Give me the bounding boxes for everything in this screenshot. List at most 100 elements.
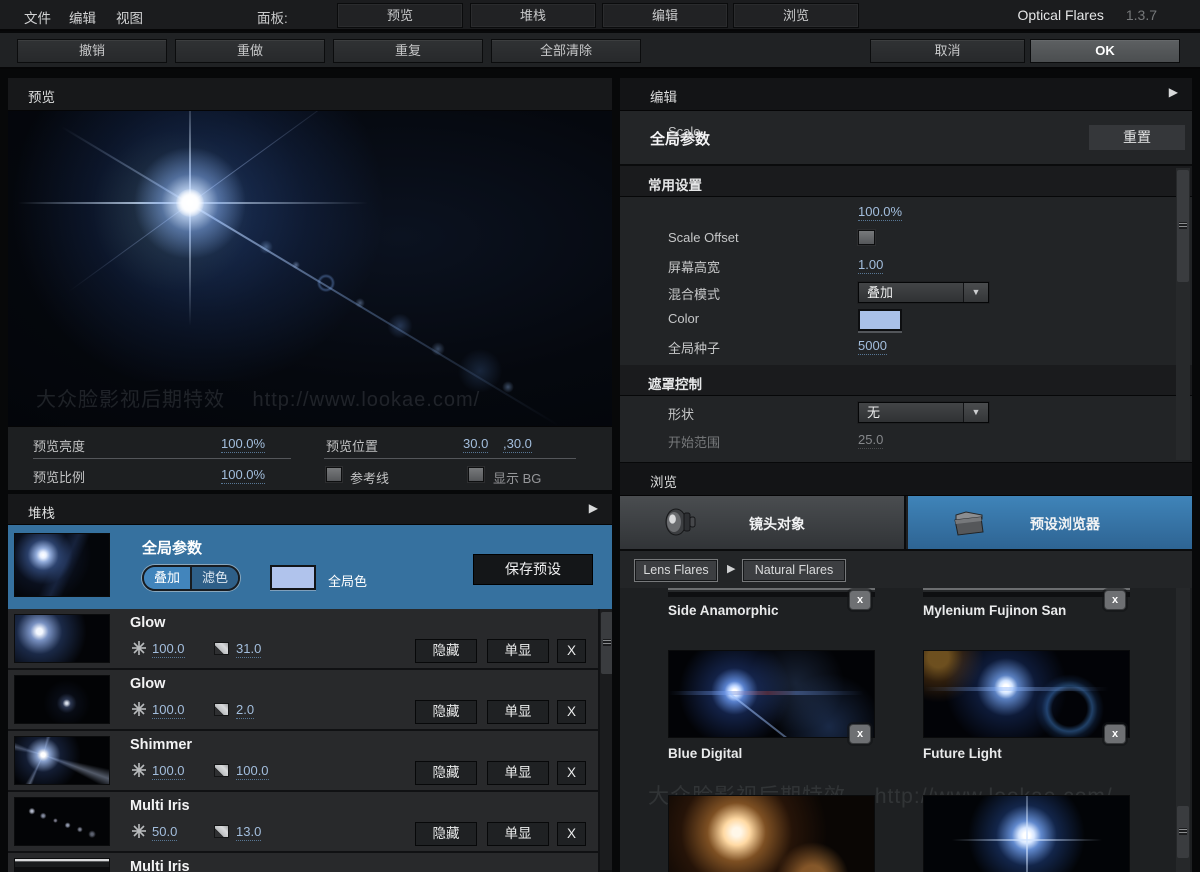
preset-thumbnail-clipped[interactable] — [923, 588, 1130, 597]
flare-core — [130, 143, 250, 263]
stack-row-multi-iris[interactable]: Multi Iris 50.0 13.0 隐藏 单显 X — [8, 792, 598, 851]
menu-file[interactable]: 文件 — [24, 7, 51, 27]
global-color-swatch[interactable] — [270, 565, 316, 590]
row-scale-value[interactable]: 2.0 — [236, 702, 254, 719]
redo-button[interactable]: 重做 — [175, 39, 325, 63]
preset-thumbnail-blue-digital[interactable] — [668, 650, 875, 738]
shape-dropdown[interactable]: 无 ▼ — [858, 402, 989, 423]
breadcrumb-natural-flares[interactable]: Natural Flares — [742, 559, 846, 582]
seed-value[interactable]: 5000 — [858, 338, 887, 355]
scale-value[interactable]: 100.0% — [858, 204, 902, 221]
tab-lens-objects[interactable]: 镜头对象 — [620, 496, 906, 549]
clear-all-button[interactable]: 全部清除 — [491, 39, 641, 63]
row-scale-value[interactable]: 13.0 — [236, 824, 261, 841]
start-range-value[interactable]: 25.0 — [858, 432, 883, 449]
hide-button[interactable]: 隐藏 — [415, 639, 477, 663]
ok-button[interactable]: OK — [1030, 39, 1180, 63]
tab-presets-label: 预设浏览器 — [908, 514, 1192, 534]
color-swatch[interactable] — [858, 309, 902, 331]
row-brightness-value[interactable]: 100.0 — [152, 702, 185, 719]
save-preset-button[interactable]: 保存预设 — [473, 554, 593, 585]
browse-scrollbar-thumb[interactable] — [1177, 806, 1189, 858]
repeat-button[interactable]: 重复 — [333, 39, 483, 63]
panels-label: 面板: — [257, 7, 288, 27]
preview-brightness-value[interactable]: 100.0% — [221, 436, 265, 453]
solo-button[interactable]: 单显 — [487, 700, 549, 724]
stack-row-glow-1[interactable]: Glow 100.0 31.0 隐藏 单显 X — [8, 609, 598, 668]
preset-grid: x x Side Anamorphic Mylenium Fujinon San… — [620, 588, 1192, 872]
undo-button[interactable]: 撤销 — [17, 39, 167, 63]
aspect-value[interactable]: 1.00 — [858, 257, 883, 274]
blend-mode-label: 混合模式 — [668, 284, 720, 303]
stack-row-glow-2[interactable]: Glow 100.0 2.0 隐藏 单显 X — [8, 670, 598, 729]
preset-thumbnail-clipped[interactable] — [923, 795, 1130, 872]
breadcrumb-lens-flares[interactable]: Lens Flares — [634, 559, 718, 582]
stack-row-name: Shimmer — [130, 737, 192, 753]
stack-row-global-params[interactable]: 全局参数 叠加 滤色 全局色 保存预设 — [8, 525, 612, 609]
preset-thumbnail-future-light[interactable] — [923, 650, 1130, 738]
remove-preset-button[interactable]: x — [1104, 724, 1126, 744]
flare-ray — [61, 126, 191, 205]
delete-row-button[interactable]: X — [557, 700, 586, 724]
preview-position-y[interactable]: ,30.0 — [503, 436, 532, 453]
guides-label: 参考线 — [350, 468, 389, 487]
stack-scrollbar[interactable] — [600, 609, 612, 870]
cancel-button[interactable]: 取消 — [870, 39, 1025, 63]
delete-row-button[interactable]: X — [557, 639, 586, 663]
row-scale-value[interactable]: 31.0 — [236, 641, 261, 658]
scale-icon — [214, 825, 229, 838]
menu-edit[interactable]: 编辑 — [69, 7, 96, 27]
panel-toggle-stack[interactable]: 堆栈 — [470, 3, 596, 28]
reset-button[interactable]: 重置 — [1089, 125, 1185, 150]
edit-scrollbar[interactable] — [1176, 168, 1190, 460]
tab-preset-browser[interactable]: 预设浏览器 — [908, 496, 1192, 549]
hide-button[interactable]: 隐藏 — [415, 822, 477, 846]
shape-value: 无 — [859, 403, 963, 422]
preset-name: Mylenium Fujinon San — [923, 603, 1066, 618]
panel-expand-icon[interactable]: ▶ — [1169, 85, 1178, 99]
row-scale-value[interactable]: 100.0 — [236, 763, 269, 780]
scale-icon — [214, 642, 229, 655]
guides-checkbox[interactable] — [326, 467, 342, 482]
stack-row-partial[interactable]: Multi Iris — [8, 853, 598, 872]
remove-preset-button[interactable]: x — [1104, 590, 1126, 610]
hide-button[interactable]: 隐藏 — [415, 761, 477, 785]
blend-add-option[interactable]: 叠加 — [144, 567, 190, 589]
blend-screen-option[interactable]: 滤色 — [190, 567, 238, 589]
hide-button[interactable]: 隐藏 — [415, 700, 477, 724]
stack-scrollbar-thumb[interactable] — [601, 612, 612, 674]
remove-preset-button[interactable]: x — [849, 724, 871, 744]
solo-button[interactable]: 单显 — [487, 639, 549, 663]
scale-offset-label: Scale Offset — [668, 230, 739, 245]
solo-button[interactable]: 单显 — [487, 822, 549, 846]
optical-flares-window: 文件 编辑 视图 面板: 预览 堆栈 编辑 浏览 Optical Flares … — [0, 0, 1200, 872]
panel-toggle-preview[interactable]: 预览 — [337, 3, 463, 28]
app-title: Optical Flares — [1018, 7, 1104, 23]
panel-toggle-browse[interactable]: 浏览 — [733, 3, 859, 28]
preview-position-x[interactable]: 30.0 — [463, 436, 488, 453]
delete-row-button[interactable]: X — [557, 822, 586, 846]
stack-row-shimmer[interactable]: Shimmer 100.0 100.0 隐藏 单显 X — [8, 731, 598, 790]
solo-button[interactable]: 单显 — [487, 761, 549, 785]
row-brightness-value[interactable]: 50.0 — [152, 824, 177, 841]
preset-thumbnail-clipped[interactable] — [668, 588, 875, 597]
panel-toggle-edit[interactable]: 编辑 — [602, 3, 728, 28]
global-color-label: 全局色 — [328, 571, 367, 590]
preview-controls: 预览亮度 100.0% 预览位置 30.0 ,30.0 预览比例 100.0% … — [8, 426, 612, 490]
flare-streak — [669, 691, 874, 695]
edit-scrollbar-thumb[interactable] — [1177, 170, 1189, 282]
menu-view[interactable]: 视图 — [116, 7, 143, 27]
show-bg-checkbox[interactable] — [468, 467, 484, 482]
panel-expand-icon[interactable]: ▶ — [589, 501, 598, 515]
browse-scrollbar[interactable] — [1176, 588, 1190, 872]
row-brightness-value[interactable]: 100.0 — [152, 641, 185, 658]
color-label: Color — [668, 311, 699, 326]
blend-mode-dropdown[interactable]: 叠加 ▼ — [858, 282, 989, 303]
remove-preset-button[interactable]: x — [849, 590, 871, 610]
scale-offset-checkbox[interactable] — [858, 230, 875, 245]
delete-row-button[interactable]: X — [557, 761, 586, 785]
row-brightness-value[interactable]: 100.0 — [152, 763, 185, 780]
preset-thumbnail-clipped[interactable] — [668, 795, 875, 872]
preview-canvas[interactable]: 大众脸影视后期特效 http://www.lookae.com/ — [8, 111, 612, 426]
preview-scale-value[interactable]: 100.0% — [221, 467, 265, 484]
